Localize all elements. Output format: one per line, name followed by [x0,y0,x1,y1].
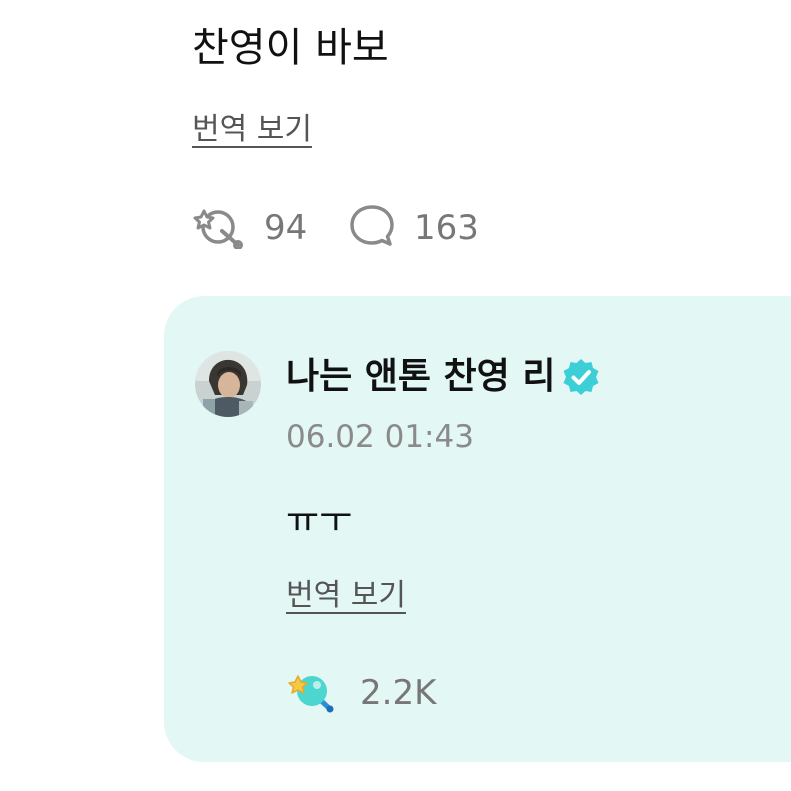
star-wand-icon [192,203,246,253]
avatar[interactable] [195,351,261,417]
verified-badge-icon [561,357,601,397]
post-comment-button[interactable]: 163 [348,203,479,253]
reply-text: ㅠㅜ [286,500,353,541]
reply-like-count: 2.2K [360,673,437,713]
post-text: 찬영이 바보 [192,25,389,71]
reply-like-button[interactable]: 2.2K [286,668,436,718]
author-name: 나는 앤톤 찬영 리 [286,356,556,397]
speech-bubble-icon [348,203,396,253]
post-comment-count: 163 [414,208,479,248]
post-translate-link[interactable]: 번역 보기 [192,112,312,148]
post-detail-page: 찬영이 바보 번역 보기 94 163 나는 앤톤 찬영 리 06.02 01:… [0,0,791,791]
post-like-count: 94 [264,208,308,248]
post-like-button[interactable]: 94 [192,203,307,253]
colored-star-wand-icon [286,668,338,718]
reply-translate-link[interactable]: 번역 보기 [286,578,406,614]
reply-timestamp: 06.02 01:43 [286,419,474,455]
reply-author[interactable]: 나는 앤톤 찬영 리 [286,355,601,399]
